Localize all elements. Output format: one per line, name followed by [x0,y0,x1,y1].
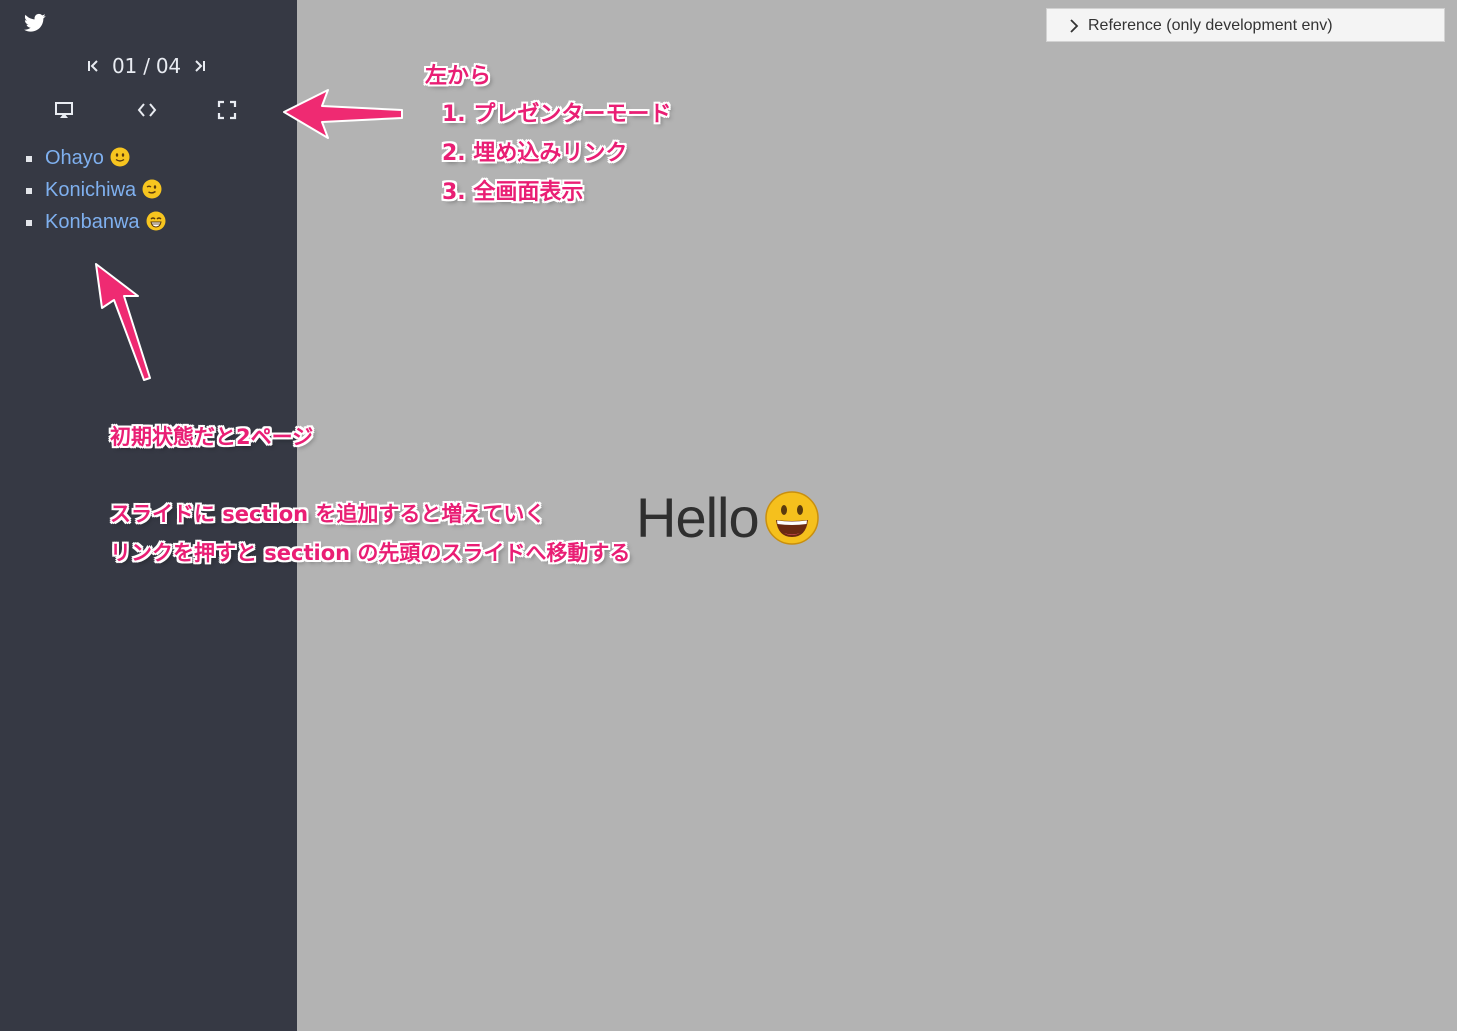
skip-to-first-icon[interactable] [86,58,100,74]
reference-label: Reference (only development env) [1088,17,1333,34]
annotation-arrow-up-icon [95,263,151,381]
section-link-konichiwa[interactable]: Konichiwa [45,177,162,203]
slide-text: Hello [636,486,760,549]
annotation-tool-2: 2. 埋め込みリンク [442,141,628,166]
slightly-smiling-face-icon [110,147,130,167]
annotation-arrow-left-icon [283,89,403,139]
bullet [26,156,32,162]
annotation-section-link: リンクを押すと section の先頭のスライドへ移動する [110,541,631,565]
section-link-ohayo[interactable]: Ohayo [45,145,130,171]
grinning-face-icon [146,211,166,231]
section-link-konbanwa[interactable]: Konbanwa [45,209,166,235]
annotation-tool-3: 3. 全画面表示 [442,180,584,205]
annotation-initial-pages: 初期状態だと2ページ [110,425,314,449]
winking-face-icon [142,179,162,199]
reference-disclosure[interactable]: Reference (only development env) [1046,8,1445,42]
presenter-mode-icon[interactable] [53,99,75,121]
smiling-face-open-mouth-icon [765,491,819,545]
section-link-label: Konichiwa [45,179,137,201]
embed-code-icon[interactable] [136,99,158,121]
annotation-tool-1: 1. プレゼンターモード [442,102,672,127]
chevron-right-icon [1070,19,1079,33]
slide-pager: 01 / 04 [0,52,297,80]
bullet [26,220,32,226]
skip-to-last-icon[interactable] [193,58,207,74]
annotation-section-add: スライドに section を追加すると増えていく [110,502,546,526]
section-link-label: Ohayo [45,147,104,169]
bullet [26,188,32,194]
annotation-tools-heading: 左から [425,64,492,89]
twitter-bird-icon[interactable] [24,13,46,33]
page-counter: 01 / 04 [112,54,181,78]
section-link-label: Konbanwa [45,211,140,233]
fullscreen-icon[interactable] [216,99,238,121]
